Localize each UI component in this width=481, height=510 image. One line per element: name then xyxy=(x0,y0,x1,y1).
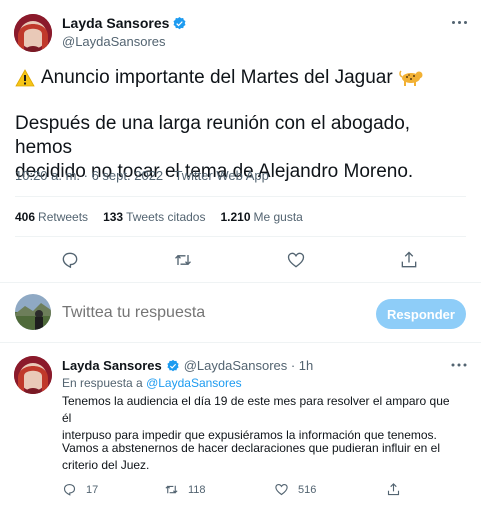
in-reply-to: En respuesta a @LaydaSansores xyxy=(62,376,242,390)
retweet-icon xyxy=(165,485,178,494)
author-name-text: Layda Sansores xyxy=(62,15,170,31)
reply-input[interactable] xyxy=(62,304,362,322)
reply-body-line: criterio del Juez. xyxy=(62,458,150,472)
tweet-actions xyxy=(0,250,481,270)
retweet-action[interactable]: 118 xyxy=(164,482,206,497)
leopard-icon xyxy=(398,70,423,86)
reply-body-line: Vamos a abstenernos de hacer declaracion… xyxy=(62,441,441,455)
quotes-stat[interactable]: 133 Tweets citados xyxy=(103,210,205,224)
like-action[interactable]: 516 xyxy=(274,482,316,497)
divider xyxy=(0,342,481,343)
like-icon xyxy=(275,483,288,496)
retweet-icon[interactable] xyxy=(173,250,193,270)
reply-icon xyxy=(63,483,76,496)
tweet-headline: Anuncio importante del Martes del Jaguar xyxy=(15,66,470,90)
reply-tweet-actions: 17 118 516 xyxy=(0,482,481,500)
author-avatar[interactable] xyxy=(14,14,52,52)
reply-body-paragraph: Tenemos la audiencia el día 19 de este m… xyxy=(62,393,462,444)
reply-author-name[interactable]: Layda Sansores xyxy=(62,358,162,373)
tweet-body-line: Después de una larga reunión con el abog… xyxy=(15,113,411,158)
reply-body-line: Tenemos la audiencia el día 19 de este m… xyxy=(62,394,450,425)
author-handle[interactable]: @LaydaSansores xyxy=(62,34,166,49)
retweets-stat[interactable]: 406 Retweets xyxy=(15,210,88,224)
in-reply-prefix: En respuesta a xyxy=(62,376,143,390)
reply-author-avatar[interactable] xyxy=(14,356,52,394)
reply-count: 17 xyxy=(86,483,99,496)
share-icon[interactable] xyxy=(399,250,419,270)
reply-button[interactable]: Responder xyxy=(376,299,466,329)
warning-icon xyxy=(15,69,35,87)
reply-author-line: Layda Sansores @LaydaSansores · 1h xyxy=(62,358,313,373)
likes-stat[interactable]: 1.210 Me gusta xyxy=(220,210,302,224)
share-icon xyxy=(387,483,400,496)
retweet-count: 118 xyxy=(188,483,206,496)
reply-body-paragraph: Vamos a abstenernos de hacer declaracion… xyxy=(62,440,462,474)
reply-author-handle[interactable]: @LaydaSansores · 1h xyxy=(184,358,314,373)
author-name[interactable]: Layda Sansores xyxy=(62,15,187,31)
divider xyxy=(15,196,466,197)
divider xyxy=(15,236,466,237)
more-icon[interactable] xyxy=(448,358,470,372)
like-icon[interactable] xyxy=(286,250,306,270)
divider xyxy=(0,282,481,283)
tweet-timestamp[interactable]: 10:20 a. m. · 6 sept. 2022 · Twitter Web… xyxy=(15,168,269,183)
like-count: 516 xyxy=(298,483,317,496)
verified-icon xyxy=(173,16,186,29)
more-options-button[interactable] xyxy=(448,14,470,30)
in-reply-handle-link[interactable]: @LaydaSansores xyxy=(146,376,242,390)
share-action[interactable] xyxy=(386,482,401,497)
reply-icon[interactable] xyxy=(60,250,80,270)
verified-icon xyxy=(167,359,179,371)
user-avatar[interactable] xyxy=(15,294,51,330)
tweet-stats: 406 Retweets 133 Tweets citados 1.210 Me gu… xyxy=(15,210,303,224)
reply-action[interactable]: 17 xyxy=(62,482,98,497)
headline-text: Anuncio importante del Martes del Jaguar xyxy=(41,67,393,88)
more-icon xyxy=(451,20,455,24)
